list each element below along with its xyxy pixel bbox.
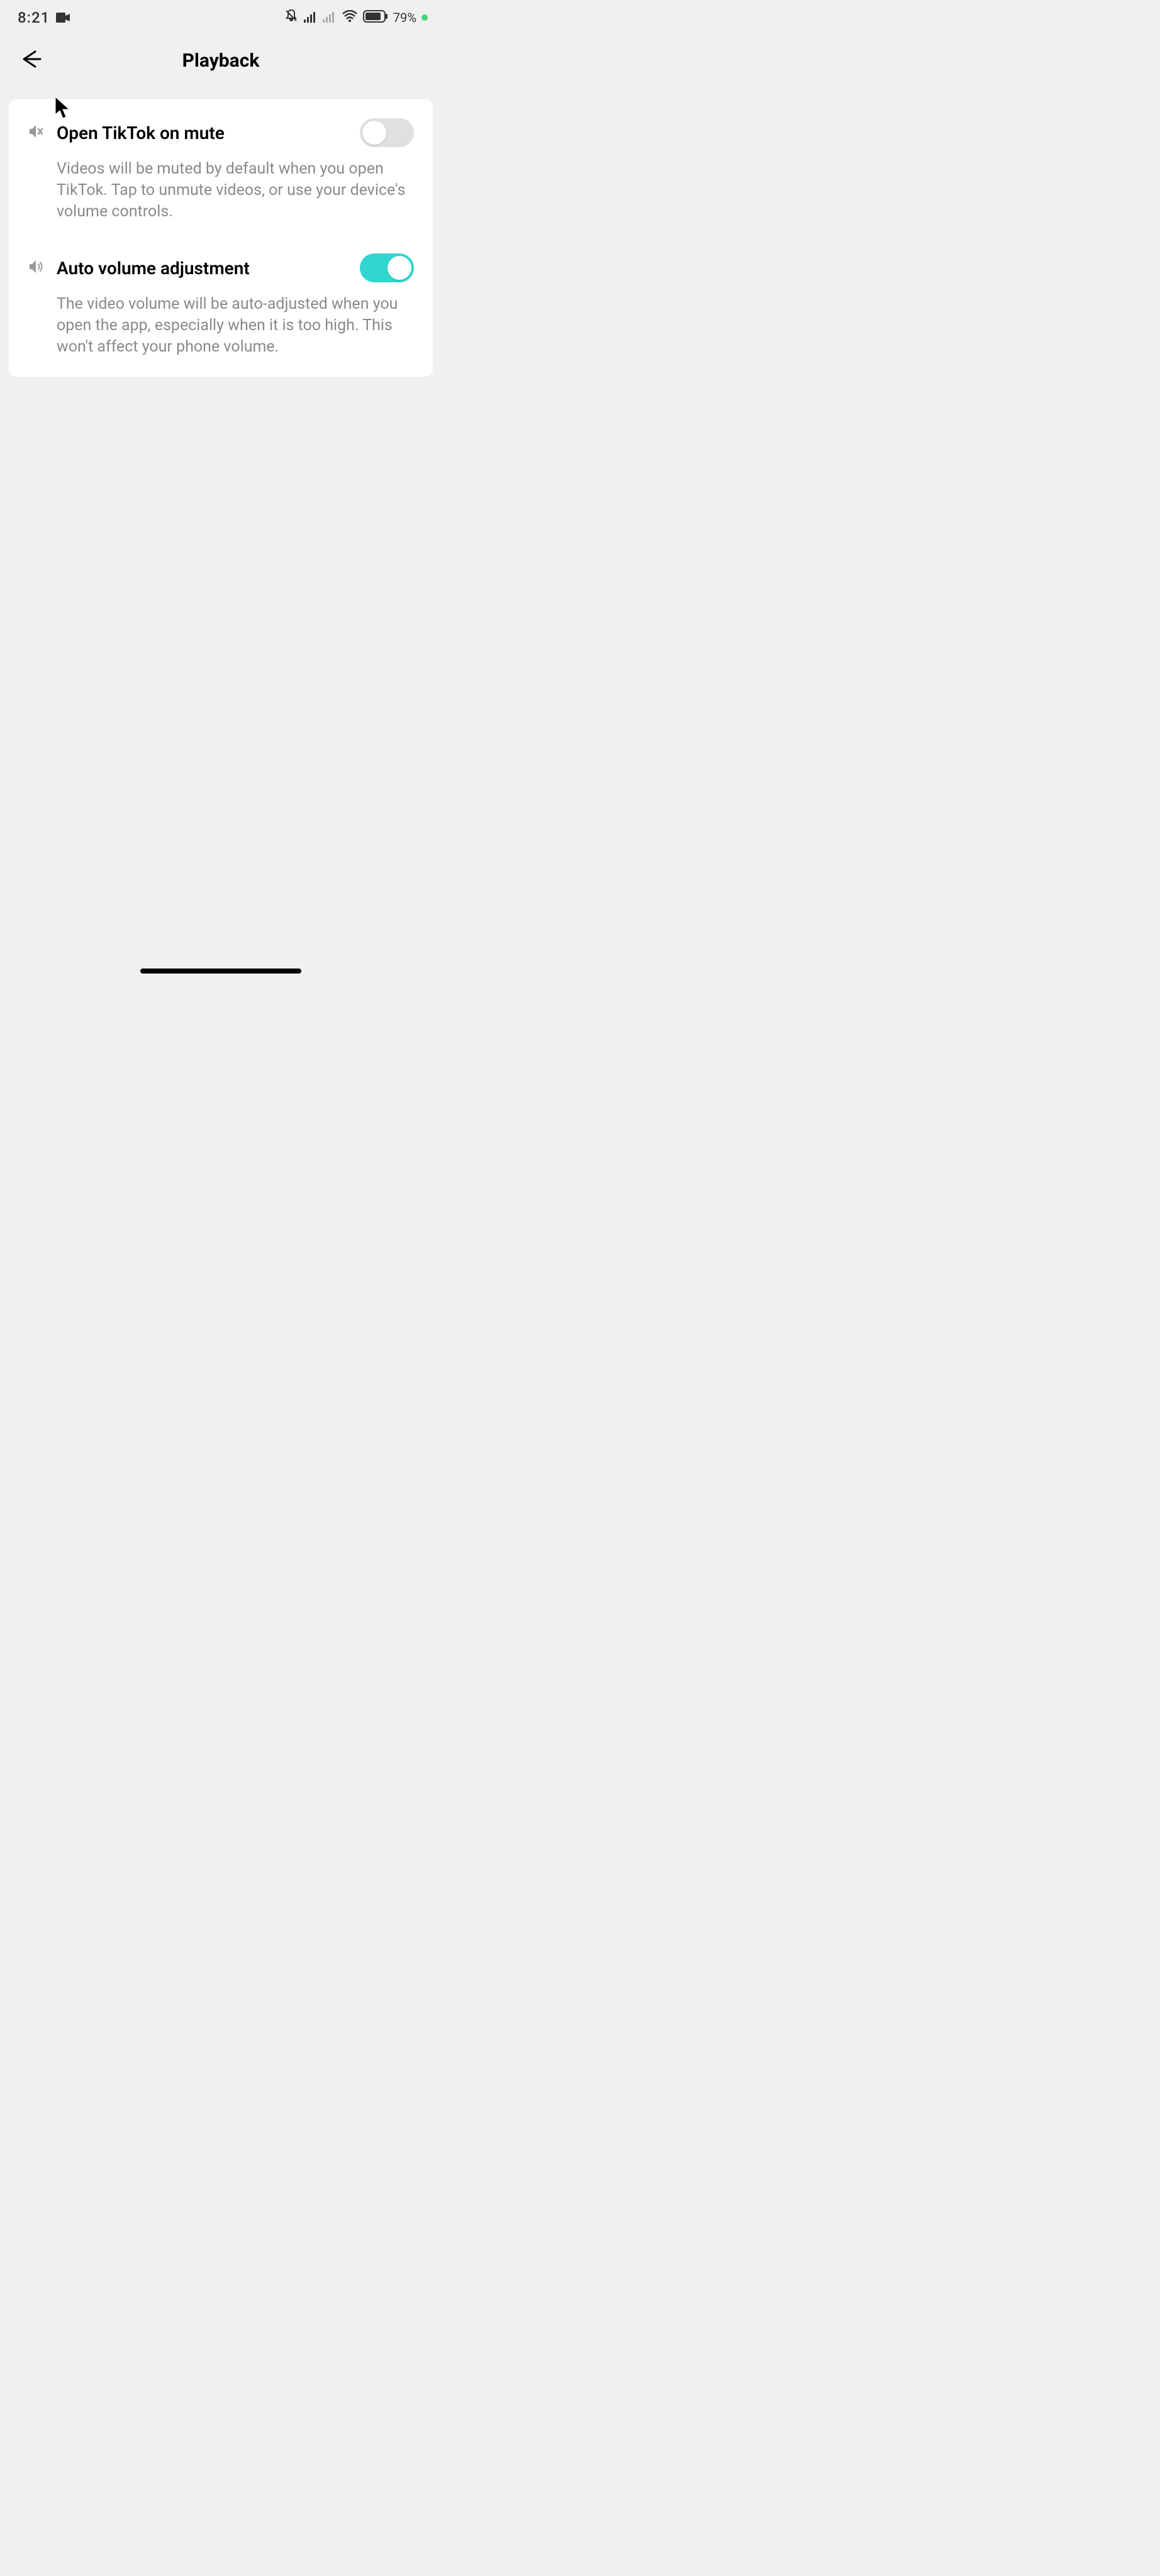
signal-1-icon bbox=[304, 9, 318, 26]
home-indicator[interactable] bbox=[140, 969, 301, 974]
settings-card: Open TikTok on mute Videos will be muted… bbox=[9, 99, 433, 377]
battery-icon bbox=[363, 9, 388, 26]
wifi-icon bbox=[342, 9, 358, 26]
speaker-mute-icon bbox=[28, 123, 45, 143]
speaker-volume-icon bbox=[28, 258, 45, 278]
app-header: Playback bbox=[0, 35, 442, 86]
battery-percent: 79% bbox=[393, 10, 416, 25]
setting-title: Auto volume adjustment bbox=[57, 258, 349, 279]
signal-2-icon bbox=[323, 9, 337, 26]
setting-description: The video volume will be auto-adjusted w… bbox=[57, 294, 414, 357]
green-indicator-dot bbox=[421, 14, 428, 21]
auto-volume-toggle[interactable] bbox=[360, 253, 414, 282]
setting-description: Videos will be muted by default when you… bbox=[57, 158, 414, 222]
setting-auto-volume: Auto volume adjustment The video volume … bbox=[9, 253, 433, 357]
page-title: Playback bbox=[182, 50, 260, 72]
mouse-cursor-icon bbox=[54, 96, 72, 122]
setting-open-on-mute: Open TikTok on mute Videos will be muted… bbox=[9, 118, 433, 222]
setting-title: Open TikTok on mute bbox=[57, 123, 349, 143]
status-time: 8:21 bbox=[18, 9, 50, 26]
video-camera-icon bbox=[56, 9, 70, 26]
open-on-mute-toggle[interactable] bbox=[360, 118, 414, 147]
back-button[interactable] bbox=[18, 47, 43, 74]
status-bar: 8:21 bbox=[0, 0, 442, 35]
notification-muted-icon bbox=[284, 8, 299, 27]
